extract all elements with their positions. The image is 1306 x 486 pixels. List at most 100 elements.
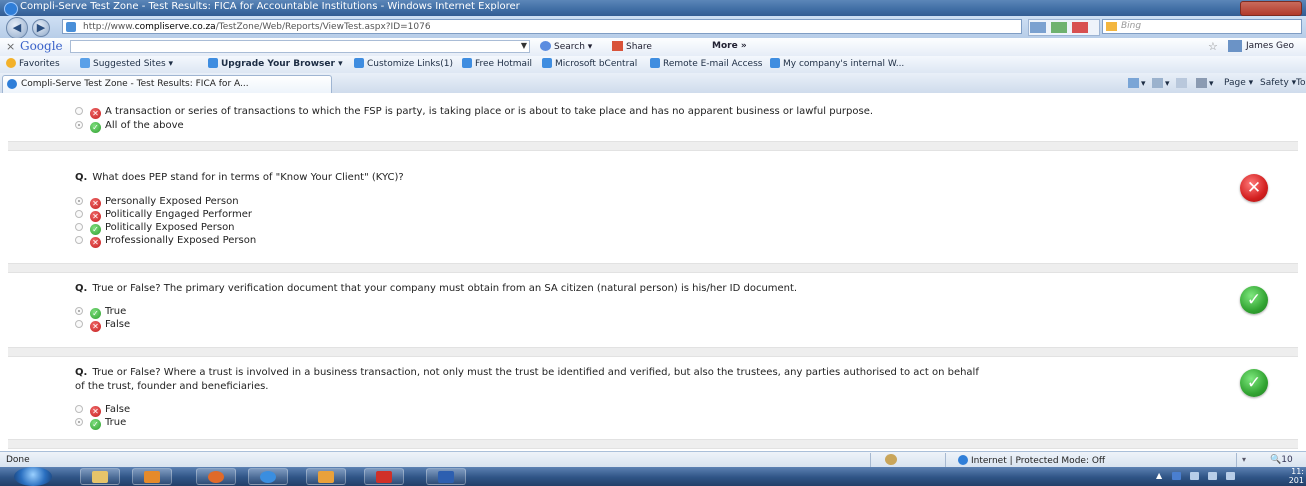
back-button[interactable]: ◀ (6, 17, 28, 39)
taskbar-media[interactable] (132, 468, 172, 485)
answer-text: A transaction or series of transactions … (105, 106, 874, 117)
mail-button[interactable] (1176, 78, 1189, 89)
result-correct-icon: ✓ (1240, 369, 1268, 397)
check-icon: ✓ (90, 224, 101, 235)
page-menu[interactable]: Page ▾ (1224, 78, 1253, 88)
flag-icon[interactable] (1226, 472, 1235, 480)
folder-icon (92, 471, 108, 483)
fav-microsoft-bcentral[interactable]: Microsoft bCentral (542, 58, 637, 69)
fav-label: Free Hotmail (475, 59, 533, 69)
divider (1236, 453, 1237, 467)
taskbar-word[interactable] (426, 468, 466, 485)
answer-option: ✕ Politically Engaged Performer (75, 209, 253, 222)
status-text: Done (6, 455, 30, 465)
security-zone[interactable]: Internet | Protected Mode: Off (958, 455, 1105, 466)
zone-dropdown-icon[interactable]: ▾ (1242, 455, 1246, 464)
wrong-icon: ✕ (90, 237, 101, 248)
fav-company-internal[interactable]: My company's internal W... (770, 58, 904, 69)
fav-free-hotmail[interactable]: Free Hotmail (462, 58, 532, 69)
print-icon (1196, 78, 1207, 88)
radio-button (75, 307, 83, 315)
close-toolbar-icon[interactable]: × (6, 40, 15, 53)
clock[interactable]: 11: 201 (1289, 467, 1304, 485)
media-icon (144, 471, 160, 483)
answer-text: Politically Exposed Person (105, 222, 235, 233)
tab-bar: Compli-Serve Test Zone - Test Results: F… (0, 73, 1306, 94)
url-path: /TestZone/Web/Reports/ViewTest.aspx?ID=1… (215, 22, 431, 32)
home-icon (1128, 78, 1139, 88)
check-icon: ✓ (90, 122, 101, 133)
window-title: Compli-Serve Test Zone - Test Results: F… (20, 1, 520, 12)
answer-text: Politically Engaged Performer (105, 209, 253, 220)
taskbar-explorer[interactable] (80, 468, 120, 485)
display-icon[interactable] (1208, 472, 1217, 480)
google-more-button[interactable]: More » (712, 41, 747, 51)
fav-upgrade-browser[interactable]: Upgrade Your Browser ▾ (208, 58, 343, 69)
wrong-icon: ✕ (90, 198, 101, 209)
wrong-icon: ✕ (90, 406, 101, 417)
home-button[interactable]: ▾ (1128, 78, 1146, 89)
volume-icon[interactable] (1190, 472, 1199, 480)
clock-time: 11: (1291, 467, 1304, 476)
fav-remote-email[interactable]: Remote E-mail Access (650, 58, 762, 69)
divider (870, 453, 871, 467)
ie-link-icon (542, 58, 552, 68)
stop-icon[interactable] (1072, 22, 1089, 33)
check-icon: ✓ (90, 419, 101, 430)
fav-customize-links[interactable]: Customize Links(1) (354, 58, 453, 69)
zoom-level[interactable]: 🔍10 (1270, 455, 1293, 465)
question-divider (8, 439, 1298, 449)
wrong-icon: ✕ (90, 321, 101, 332)
fav-label: Suggested Sites ▾ (93, 59, 174, 69)
favorites-button[interactable]: Favorites (6, 58, 60, 69)
chevron-down-icon[interactable]: ▼ (521, 41, 527, 50)
google-user[interactable]: James Geo (1246, 41, 1294, 51)
feeds-button[interactable]: ▾ (1152, 78, 1170, 89)
answer-text: Personally Exposed Person (105, 196, 239, 207)
taskbar-acrobat[interactable] (364, 468, 404, 485)
forward-button[interactable]: ▶ (32, 19, 50, 37)
tab-current[interactable]: Compli-Serve Test Zone - Test Results: F… (2, 75, 332, 93)
result-wrong-icon: ✕ (1240, 174, 1268, 202)
print-button[interactable]: ▾ (1196, 78, 1214, 89)
popup-blocker-icon[interactable] (885, 454, 897, 465)
answer-option: ✕ False (75, 319, 131, 332)
window-controls[interactable] (1240, 1, 1302, 16)
taskbar-outlook[interactable] (306, 468, 346, 485)
ie-link-icon (462, 58, 472, 68)
status-bar: Done Internet | Protected Mode: Off ▾ 🔍1… (0, 451, 1306, 468)
favorites-label: Favorites (19, 59, 60, 69)
answer-text: Professionally Exposed Person (105, 235, 257, 246)
bing-icon (1106, 22, 1117, 31)
question-text-continued: of the trust, founder and beneficiaries. (75, 381, 269, 392)
fav-label: My company's internal W... (783, 59, 905, 69)
star-icon[interactable]: ☆ (1208, 40, 1218, 53)
answer-text: False (105, 404, 131, 415)
fav-label: Remote E-mail Access (663, 59, 763, 69)
google-share-button[interactable]: Share (612, 41, 652, 52)
taskbar-ie[interactable] (248, 468, 288, 485)
start-button[interactable] (14, 467, 52, 486)
google-logo: Google (20, 39, 63, 53)
safety-menu[interactable]: Safety ▾ (1260, 78, 1296, 88)
google-search-button[interactable]: Search ▾ (540, 41, 592, 52)
fav-suggested-sites[interactable]: Suggested Sites ▾ (80, 58, 173, 69)
question-prefix: Q. (75, 367, 88, 378)
taskbar-firefox[interactable] (196, 468, 236, 485)
bing-search-input[interactable]: Bing (1102, 19, 1302, 34)
tools-menu[interactable]: Tool (1296, 78, 1306, 88)
radio-button (75, 405, 83, 413)
tray-expand-icon[interactable]: ▲ (1156, 471, 1162, 480)
question-text: Q. What does PEP stand for in terms of "K… (75, 172, 404, 183)
google-search-input[interactable]: ▼ (70, 40, 530, 53)
mail-icon (1176, 78, 1187, 88)
avatar[interactable] (1228, 40, 1242, 52)
url-field[interactable]: http://www.compliserve.co.za/TestZone/We… (62, 19, 1022, 34)
answer-text: False (105, 319, 131, 330)
clock-date: 201 (1288, 476, 1304, 485)
question-body: What does PEP stand for in terms of "Kno… (92, 172, 404, 183)
compat-icon[interactable] (1030, 22, 1046, 33)
address-bar: ◀ ▶ http://www.compliserve.co.za/TestZon… (0, 16, 1306, 39)
network-icon[interactable] (1172, 472, 1181, 480)
refresh-icon[interactable] (1051, 22, 1068, 33)
